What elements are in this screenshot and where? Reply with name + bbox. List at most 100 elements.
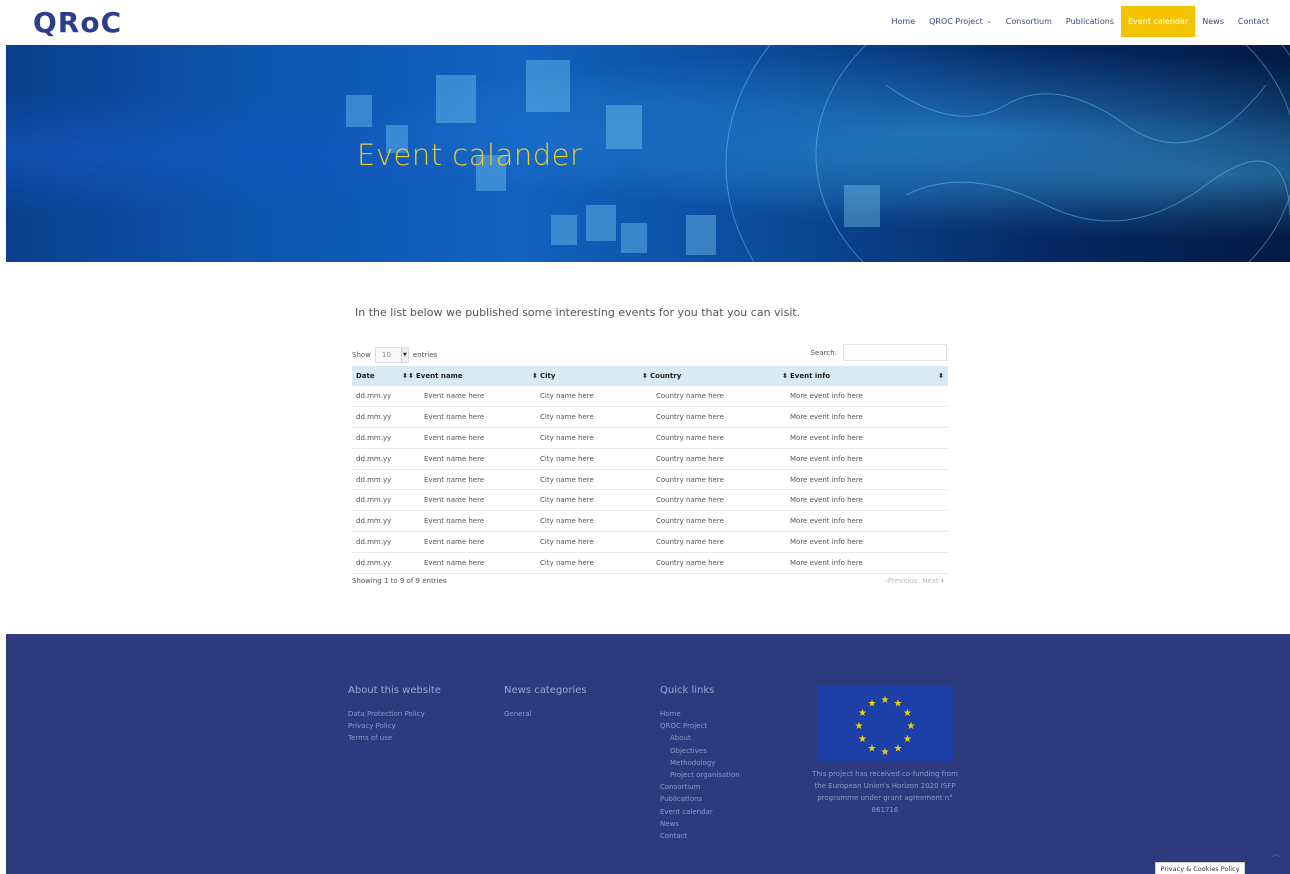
pagination: ‹Previous Next › [885,577,944,585]
table-cell: More event info here [786,510,948,533]
sort-icon: ⬍ [642,372,648,380]
privacy-cookies-button[interactable]: Privacy & Cookies Policy [1155,862,1245,874]
star-icon: ★ [903,708,912,719]
star-icon: ★ [855,721,864,732]
footer-link[interactable]: General [504,708,587,720]
star-icon: ★ [858,734,867,745]
footer-heading: Quick links [660,685,715,696]
table-search: Search: [811,344,947,361]
footer-quick-links: Quick links Home QROC Project About Objecti… [660,685,740,842]
nav-label: Consortium [1005,17,1052,26]
sort-icon: ⬍ [782,372,788,380]
table-cell: dd.mm.yy [352,406,412,429]
nav-contact[interactable]: Contact [1231,6,1276,37]
footer-link[interactable]: Contact [660,830,740,842]
star-icon: ★ [881,695,890,706]
footer-link[interactable]: Objectives [660,745,740,757]
table-row: dd.mm.yy Event name here City name here Cou… [352,489,948,512]
nav-event-calendar[interactable]: Event calendar [1121,6,1196,37]
column-header-event-name[interactable]: ⬍ Event name [408,366,536,386]
footer-link[interactable]: Consortium [660,781,740,793]
nav-label: Contact [1237,17,1269,26]
eu-funding-text: This project has received co-funding fro… [812,770,958,814]
scroll-to-top-icon[interactable]: ︿ [1272,848,1280,859]
events-table: Date ⬍ ⬍ Event name ⬍ City ⬍ Country ⬍ Event … [352,366,948,574]
chevron-right-icon: › [940,577,944,585]
table-row: dd.mm.yy Event name here City name here Cou… [352,406,948,429]
footer-link[interactable]: Terms of use [348,732,441,744]
footer-link[interactable]: Data Protection Policy [348,708,441,720]
table-cell: Country name here [646,469,786,491]
main-nav: Home QROC Project ⌄ Consortium Publicatio… [884,6,1276,37]
table-cell: Country name here [646,406,786,429]
sort-icon: ⬍ [408,372,414,380]
table-cell: Country name here [646,510,786,533]
table-cell: dd.mm.yy [352,386,412,408]
page-length-control: Show 10 ▼ entries [352,347,437,363]
table-cell: City name here [536,386,646,408]
footer-news: News categories General [504,685,587,720]
next-label: Next [922,577,939,585]
table-cell: dd.mm.yy [352,552,412,574]
chevron-down-icon: ▼ [400,348,408,362]
table-row: dd.mm.yy Event name here City name here Cou… [352,552,948,574]
table-cell: dd.mm.yy [352,510,412,533]
footer-link[interactable]: About [660,732,740,744]
nav-home[interactable]: Home [884,6,922,37]
footer-link[interactable]: Home [660,708,740,720]
column-header-city[interactable]: ⬍ City [532,366,646,386]
table-cell: dd.mm.yy [352,448,412,470]
table-row: dd.mm.yy Event name here City name here Cou… [352,427,948,449]
column-label: Date [356,372,375,380]
nav-consortium[interactable]: Consortium [999,6,1059,37]
sort-icon: ⬍ [938,372,944,380]
search-label: Search: [810,348,837,357]
chevron-down-icon: ⌄ [986,18,992,25]
table-cell: More event info here [786,552,948,574]
column-label: Country [650,372,682,380]
footer-link[interactable]: QROC Project [660,720,740,732]
star-icon: ★ [868,698,877,709]
footer-link[interactable]: Event calendar [660,806,740,818]
column-header-date[interactable]: Date ⬍ [352,366,412,386]
star-icon: ★ [907,721,916,732]
table-cell: Event name here [412,406,536,429]
intro-text: In the list below we published some inte… [355,306,801,319]
column-label: City [540,372,556,380]
table-cell: dd.mm.yy [352,489,412,512]
table-cell: More event info here [786,406,948,429]
nav-publications[interactable]: Publications [1059,6,1121,37]
previous-button[interactable]: ‹Previous [885,577,917,585]
column-header-event-info[interactable]: ⬍ Event info ⬍ [782,366,948,386]
nav-qroc-project[interactable]: QROC Project ⌄ [922,6,999,37]
table-cell: Event name here [412,510,536,533]
nav-news[interactable]: News [1195,6,1231,37]
footer-link[interactable]: Publications [660,793,740,805]
table-cell: dd.mm.yy [352,427,412,449]
search-input[interactable] [843,344,947,361]
footer-link[interactable]: Privacy Policy [348,720,441,732]
hero-banner: Event calander [6,45,1290,262]
page-length-select[interactable]: 10 ▼ [374,347,409,363]
site-footer: About this website Data Protection Polic… [6,634,1290,874]
table-cell: dd.mm.yy [352,531,412,553]
table-cell: Event name here [412,448,536,470]
table-cell: City name here [536,489,646,512]
next-button[interactable]: Next › [922,577,943,585]
show-label: Show [352,351,371,359]
table-cell: Country name here [646,552,786,574]
table-cell: Event name here [412,531,536,553]
column-label: Event info [790,372,831,380]
eu-stars-icon: ★ ★★★★★★★★★★★ [855,695,916,758]
table-cell: Event name here [412,386,536,408]
footer-link[interactable]: Methodology [660,757,740,769]
table-cell: Country name here [646,427,786,449]
nav-label: Event calendar [1128,17,1189,26]
column-header-country[interactable]: ⬍ Country [642,366,786,386]
footer-link[interactable]: News [660,818,740,830]
table-row: dd.mm.yy Event name here City name here Cou… [352,448,948,470]
table-info: Showing 1 to 9 of 9 entries [352,577,447,585]
site-logo[interactable]: QRoC [33,6,122,39]
footer-heading: News categories [504,685,587,696]
footer-link[interactable]: Project organisation [660,769,740,781]
